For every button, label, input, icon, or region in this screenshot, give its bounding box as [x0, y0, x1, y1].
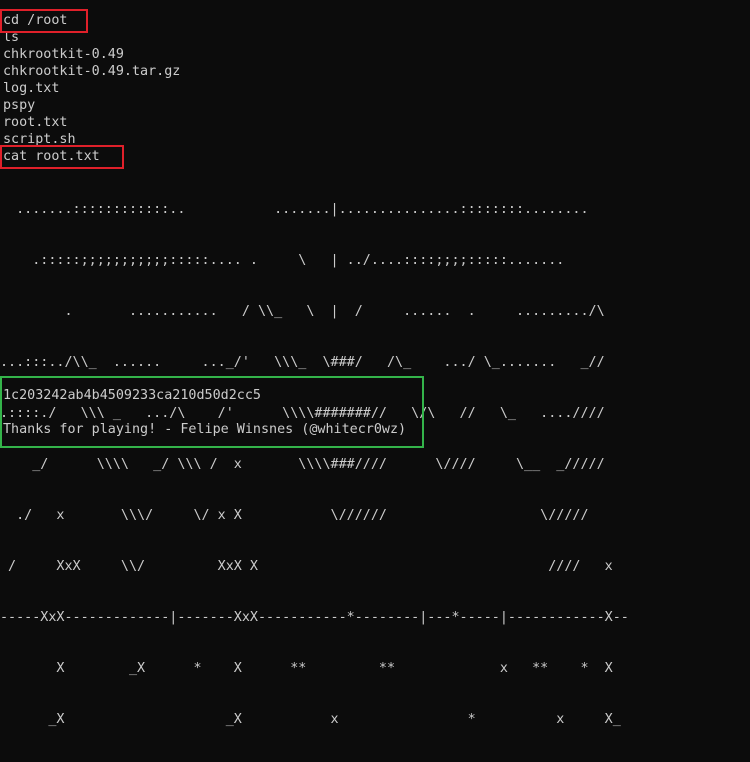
- ascii-art-line: X _X * X ** ** x ** * X: [0, 661, 613, 676]
- ascii-art-line: .:::::;;;;;;;;;;;:::::.... . \ | ../....…: [0, 253, 565, 268]
- ascii-art-banner: .......::::::::::::.. .......|..........…: [0, 167, 629, 762]
- ascii-art-line: / XxX \\/ XxX X //// x: [0, 559, 613, 574]
- ascii-art-line: _X _X x * x X_: [0, 712, 621, 727]
- ascii-art-line: ...:::../\\_ ...... ..._/' \\\_ \###/ /\…: [0, 355, 605, 370]
- ascii-art-line: . ........... / \\_ \ | / ...... . .....…: [0, 304, 605, 319]
- terminal-window[interactable]: cd /root ls chkrootkit-0.49 chkrootkit-0…: [0, 0, 750, 727]
- highlight-box-cd-command: [0, 9, 88, 33]
- listing-item-root-txt: root.txt: [3, 115, 68, 130]
- highlight-box-cat-command: [0, 145, 124, 169]
- listing-item-chkrootkit-dir: chkrootkit-0.49: [3, 47, 124, 62]
- ascii-art-line: -----XxX-------------|-------XxX--------…: [0, 610, 629, 625]
- listing-item-log: log.txt: [3, 81, 60, 96]
- ascii-art-line: ./ x \\\/ \/ x X \////// \/////: [0, 508, 589, 523]
- highlight-box-flag-output: [0, 376, 424, 448]
- listing-item-chkrootkit-archive: chkrootkit-0.49.tar.gz: [3, 64, 181, 79]
- ascii-art-line: _/ \\\\ _/ \\\ / x \\\\###//// \//// \__…: [0, 457, 605, 472]
- listing-item-pspy: pspy: [3, 98, 36, 113]
- ascii-art-line: .......::::::::::::.. .......|..........…: [0, 202, 589, 217]
